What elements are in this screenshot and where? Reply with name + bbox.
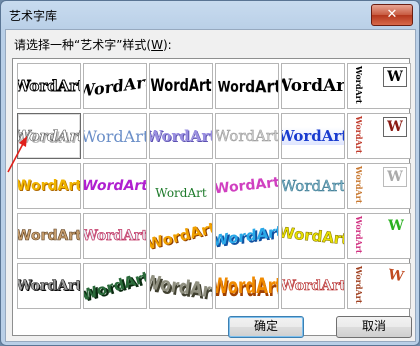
wordart-style-r3c5[interactable]: WordArt W <box>347 213 411 259</box>
style-sample: WordArt <box>215 273 279 299</box>
style-sample: WordArt <box>17 178 81 194</box>
wordart-style-r1c2[interactable]: WordArt <box>149 113 213 159</box>
style-sample: WordArt <box>17 228 81 245</box>
style-sample: WordArt <box>215 174 279 198</box>
wordart-style-r4c0[interactable]: WordArt <box>17 263 81 309</box>
style-sample: WordArt <box>218 75 279 97</box>
wordart-style-r4c1[interactable]: WordArt <box>83 263 147 309</box>
wordart-style-r4c5[interactable]: WordArt W <box>347 263 411 309</box>
style-sample-vertical: WordArt <box>354 266 364 304</box>
style-sample: WordArt <box>281 177 345 196</box>
style-sample-vertical: WordArt <box>354 66 364 104</box>
style-sample: WordArt <box>149 127 213 145</box>
style-sample: WordArt <box>83 178 147 194</box>
wordart-style-r4c3[interactable]: WordArt <box>215 263 279 309</box>
w-icon: W <box>386 266 406 286</box>
style-sample: WordArt <box>17 127 81 146</box>
wordart-style-gallery: WordArt WordArt WordArt WordArt WordArt … <box>12 58 411 336</box>
style-sample: WordArt <box>282 76 345 96</box>
style-sample: WordArt <box>281 278 345 295</box>
prompt-label: 请选择一种“艺术字”样式(W): <box>14 38 172 52</box>
style-sample: WordArt <box>150 76 212 96</box>
wordart-style-r1c4[interactable]: WordArt <box>281 113 345 159</box>
w-icon: W <box>383 167 407 187</box>
wordart-style-r0c0[interactable]: WordArt <box>17 63 81 109</box>
wordart-style-r0c2[interactable]: WordArt <box>149 63 213 109</box>
w-icon: W <box>388 218 404 234</box>
style-sample: WordArt <box>83 228 147 245</box>
wordart-style-r0c4[interactable]: WordArt <box>281 63 345 109</box>
style-sample: WordArt <box>83 126 147 146</box>
style-sample-vertical: WordArt <box>354 166 364 204</box>
style-sample: WordArt <box>17 278 81 295</box>
w-icon: W <box>383 67 407 87</box>
w-icon: W <box>383 117 407 137</box>
style-sample: WordArt <box>149 269 213 303</box>
wordart-style-r2c3[interactable]: WordArt <box>215 163 279 209</box>
style-sample: WordArt <box>155 186 207 200</box>
wordart-style-r4c2[interactable]: WordArt <box>149 263 213 309</box>
wordart-style-r1c3[interactable]: WordArt <box>215 113 279 159</box>
style-sample: WordArt <box>215 127 279 146</box>
wordart-style-r2c4[interactable]: WordArt <box>281 163 345 209</box>
wordart-style-r1c1[interactable]: WordArt <box>83 113 147 159</box>
style-sample: WordArt <box>215 222 279 250</box>
style-sample: WordArt <box>149 218 213 254</box>
wordart-style-r3c1[interactable]: WordArt <box>83 213 147 259</box>
style-sample-vertical: WordArt <box>354 216 364 254</box>
wordart-style-r3c2[interactable]: WordArt <box>149 213 213 259</box>
cancel-button[interactable]: 取消 <box>336 316 412 338</box>
close-button[interactable]: ✕ <box>371 4 413 26</box>
style-sample: WordArt <box>281 223 345 249</box>
window-title: 艺术字库 <box>9 9 58 23</box>
wordart-style-r3c0[interactable]: WordArt <box>17 213 81 259</box>
dialog-body: 请选择一种“艺术字”样式(W): WordArt WordArt WordArt… <box>5 29 416 342</box>
wordart-style-r2c1[interactable]: WordArt <box>83 163 147 209</box>
wordart-style-r0c1[interactable]: WordArt <box>83 63 147 109</box>
style-sample-vertical: WordArt <box>354 116 364 154</box>
style-sample: WordArt <box>83 267 147 305</box>
wordart-gallery-dialog: 艺术字库 ✕ 请选择一种“艺术字”样式(W): WordArt WordArt … <box>0 0 420 346</box>
wordart-style-r2c0[interactable]: WordArt <box>17 163 81 209</box>
style-sample: WordArt <box>83 71 147 101</box>
wordart-style-r2c5[interactable]: WordArt W <box>347 163 411 209</box>
ok-button[interactable]: 确定 <box>228 316 304 338</box>
wordart-style-r3c3[interactable]: WordArt <box>215 213 279 259</box>
wordart-style-r3c4[interactable]: WordArt <box>281 213 345 259</box>
wordart-style-r0c3[interactable]: WordArt <box>215 63 279 109</box>
style-sample: WordArt <box>282 127 344 145</box>
wordart-style-r0c5[interactable]: WordArt W <box>347 63 411 109</box>
wordart-style-r2c2[interactable]: WordArt <box>149 163 213 209</box>
title-bar[interactable]: 艺术字库 ✕ <box>1 1 419 29</box>
style-sample: WordArt <box>17 77 81 96</box>
wordart-style-r1c0[interactable]: WordArt <box>17 113 81 159</box>
wordart-style-r1c5[interactable]: WordArt W <box>347 113 411 159</box>
wordart-style-r4c4[interactable]: WordArt <box>281 263 345 309</box>
